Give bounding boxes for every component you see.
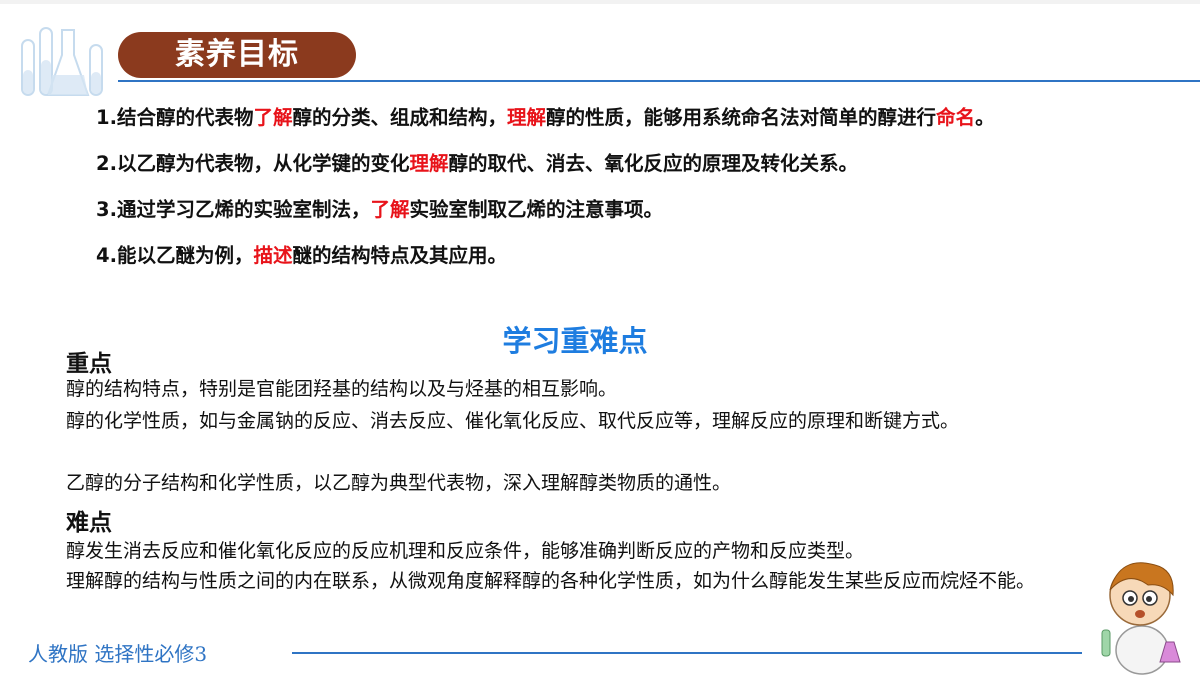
highlight-text: 描述 [253, 244, 293, 267]
objective-text: 1.结合醇的代表物 [96, 106, 254, 129]
highlight-text: 了解 [253, 106, 293, 129]
difficult-point: 醇发生消去反应和催化氧化反应的反应机理和反应条件，能够准确判断反应的产物和反应类… [66, 540, 865, 562]
difficult-point: 理解醇的结构与性质之间的内在联系，从微观角度解释醇的各种化学性质，如为什么醇能发… [66, 570, 1036, 592]
objective-text: 2.以乙醇为代表物，从化学键的变化 [96, 152, 410, 175]
objective-item: 1.结合醇的代表物了解醇的分类、组成和结构，理解醇的性质，能够用系统命名法对简单… [96, 95, 1176, 141]
objective-item: 3.通过学习乙烯的实验室制法，了解实验室制取乙烯的注意事项。 [96, 187, 1176, 233]
highlight-text: 命名 [936, 106, 976, 129]
scientist-mascot-icon [1101, 562, 1181, 675]
section-badge: 素养目标 [118, 32, 356, 78]
objective-text: 实验室制取乙烯的注意事项。 [409, 198, 664, 221]
objective-text: 4.能以乙醚为例， [96, 244, 254, 267]
objective-text: 。 [975, 106, 995, 129]
objective-text: 醇的性质，能够用系统命名法对简单的醇进行 [546, 106, 937, 129]
footer-edition: 人教版 选择性必修3 [28, 642, 208, 666]
top-rule [0, 0, 1200, 4]
key-point: 乙醇的分子结构和化学性质，以乙醇为典型代表物，深入理解醇类物质的通性。 [66, 472, 732, 494]
header-rule-left [118, 80, 356, 82]
highlight-text: 理解 [507, 106, 547, 129]
objectives-list: 1.结合醇的代表物了解醇的分类、组成和结构，理解醇的性质，能够用系统命名法对简单… [96, 95, 1176, 279]
objective-item: 4.能以乙醚为例，描述醚的结构特点及其应用。 [96, 233, 1176, 279]
objective-text: 醇的分类、组成和结构， [292, 106, 508, 129]
objective-text: 3.通过学习乙烯的实验室制法， [96, 198, 371, 221]
objective-item: 2.以乙醇为代表物，从化学键的变化理解醇的取代、消去、氧化反应的原理及转化关系。 [96, 141, 1176, 187]
footer-rule [292, 652, 1082, 654]
objective-text: 醇的取代、消去、氧化反应的原理及转化关系。 [448, 152, 859, 175]
difficult-points-heading: 难点 [66, 510, 112, 536]
header-rule [356, 80, 1200, 82]
key-points-heading: 重点 [66, 351, 112, 377]
objective-text: 醚的结构特点及其应用。 [292, 244, 508, 267]
highlight-text: 理解 [409, 152, 449, 175]
key-point: 醇的化学性质，如与金属钠的反应、消去反应、催化氧化反应、取代反应等，理解反应的原… [66, 410, 960, 432]
key-point: 醇的结构特点，特别是官能团羟基的结构以及与烃基的相互影响。 [66, 378, 618, 400]
section-title: 学习重难点 [502, 324, 648, 358]
highlight-text: 了解 [370, 198, 410, 221]
